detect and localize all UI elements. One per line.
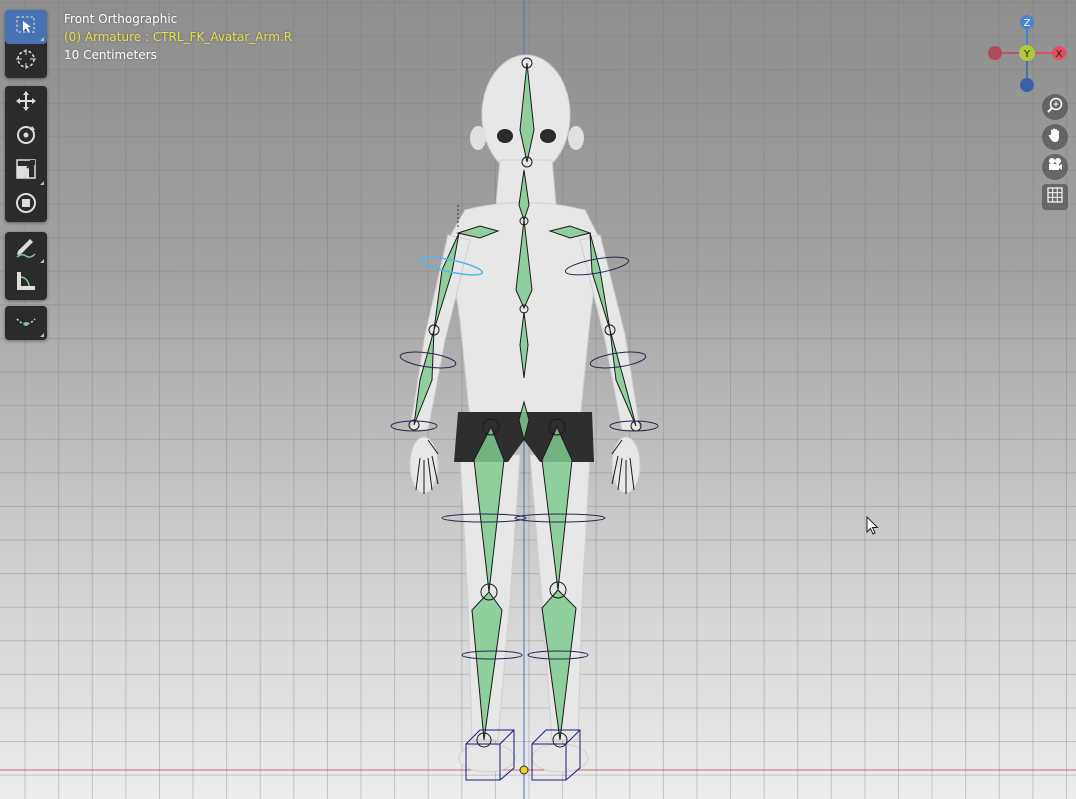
transform-icon bbox=[14, 191, 38, 219]
eye-left bbox=[497, 129, 513, 143]
transform-tool[interactable] bbox=[5, 188, 47, 222]
bone-roll-icon bbox=[14, 309, 38, 337]
character-armature-figure bbox=[0, 0, 1076, 799]
neg-x-axis-handle bbox=[988, 46, 1002, 60]
y-axis-label: Y bbox=[1023, 49, 1031, 60]
zoom-button[interactable] bbox=[1042, 94, 1068, 120]
grid-scale-label: 10 Centimeters bbox=[64, 48, 157, 62]
camera-icon bbox=[1046, 156, 1064, 178]
active-object-label: (0) Armature : CTRL_FK_Avatar_Arm.R bbox=[64, 30, 293, 44]
view-name-label: Front Orthographic bbox=[64, 12, 178, 26]
ear-right bbox=[568, 126, 584, 150]
pencil-icon bbox=[14, 235, 38, 263]
origin-point bbox=[519, 765, 529, 775]
camera-view-button[interactable] bbox=[1042, 154, 1068, 180]
3d-viewport[interactable]: Front Orthographic (0) Armature : CTRL_F… bbox=[0, 0, 1076, 799]
ruler-icon bbox=[14, 269, 38, 297]
move-tool[interactable] bbox=[5, 86, 47, 120]
zoom-icon bbox=[1046, 96, 1064, 118]
x-axis-label: X bbox=[1056, 49, 1063, 60]
pan-button[interactable] bbox=[1042, 124, 1068, 150]
grid-icon bbox=[1046, 186, 1064, 208]
eye-right bbox=[540, 129, 556, 143]
hand-bones bbox=[415, 439, 635, 494]
hand-icon bbox=[1046, 126, 1064, 148]
toolbar-transform-group bbox=[5, 86, 47, 222]
cursor-tool[interactable] bbox=[5, 44, 47, 78]
rotate-tool[interactable] bbox=[5, 120, 47, 154]
mouse-pointer-icon bbox=[866, 516, 879, 535]
toolbar-select-group bbox=[5, 10, 47, 78]
scale-tool[interactable] bbox=[5, 154, 47, 188]
scale-icon bbox=[14, 157, 38, 185]
cursor-crosshair-icon bbox=[14, 47, 38, 75]
toolbar-annotate-group bbox=[5, 232, 47, 300]
select-box-tool[interactable] bbox=[5, 10, 47, 44]
neg-z-axis-handle bbox=[1020, 78, 1034, 92]
select-box-icon bbox=[14, 13, 38, 41]
measure-tool[interactable] bbox=[5, 266, 47, 300]
annotate-tool[interactable] bbox=[5, 232, 47, 266]
rotate-icon bbox=[14, 123, 38, 151]
z-axis-label: Z bbox=[1024, 18, 1031, 29]
roll-tool[interactable] bbox=[5, 306, 47, 340]
navigation-gizmo[interactable]: Z Y X bbox=[980, 8, 1076, 98]
toolbar-bone-group bbox=[5, 306, 47, 340]
ear-left bbox=[470, 126, 486, 150]
ortho-toggle-button[interactable] bbox=[1042, 184, 1068, 210]
move-arrows-icon bbox=[14, 89, 38, 117]
